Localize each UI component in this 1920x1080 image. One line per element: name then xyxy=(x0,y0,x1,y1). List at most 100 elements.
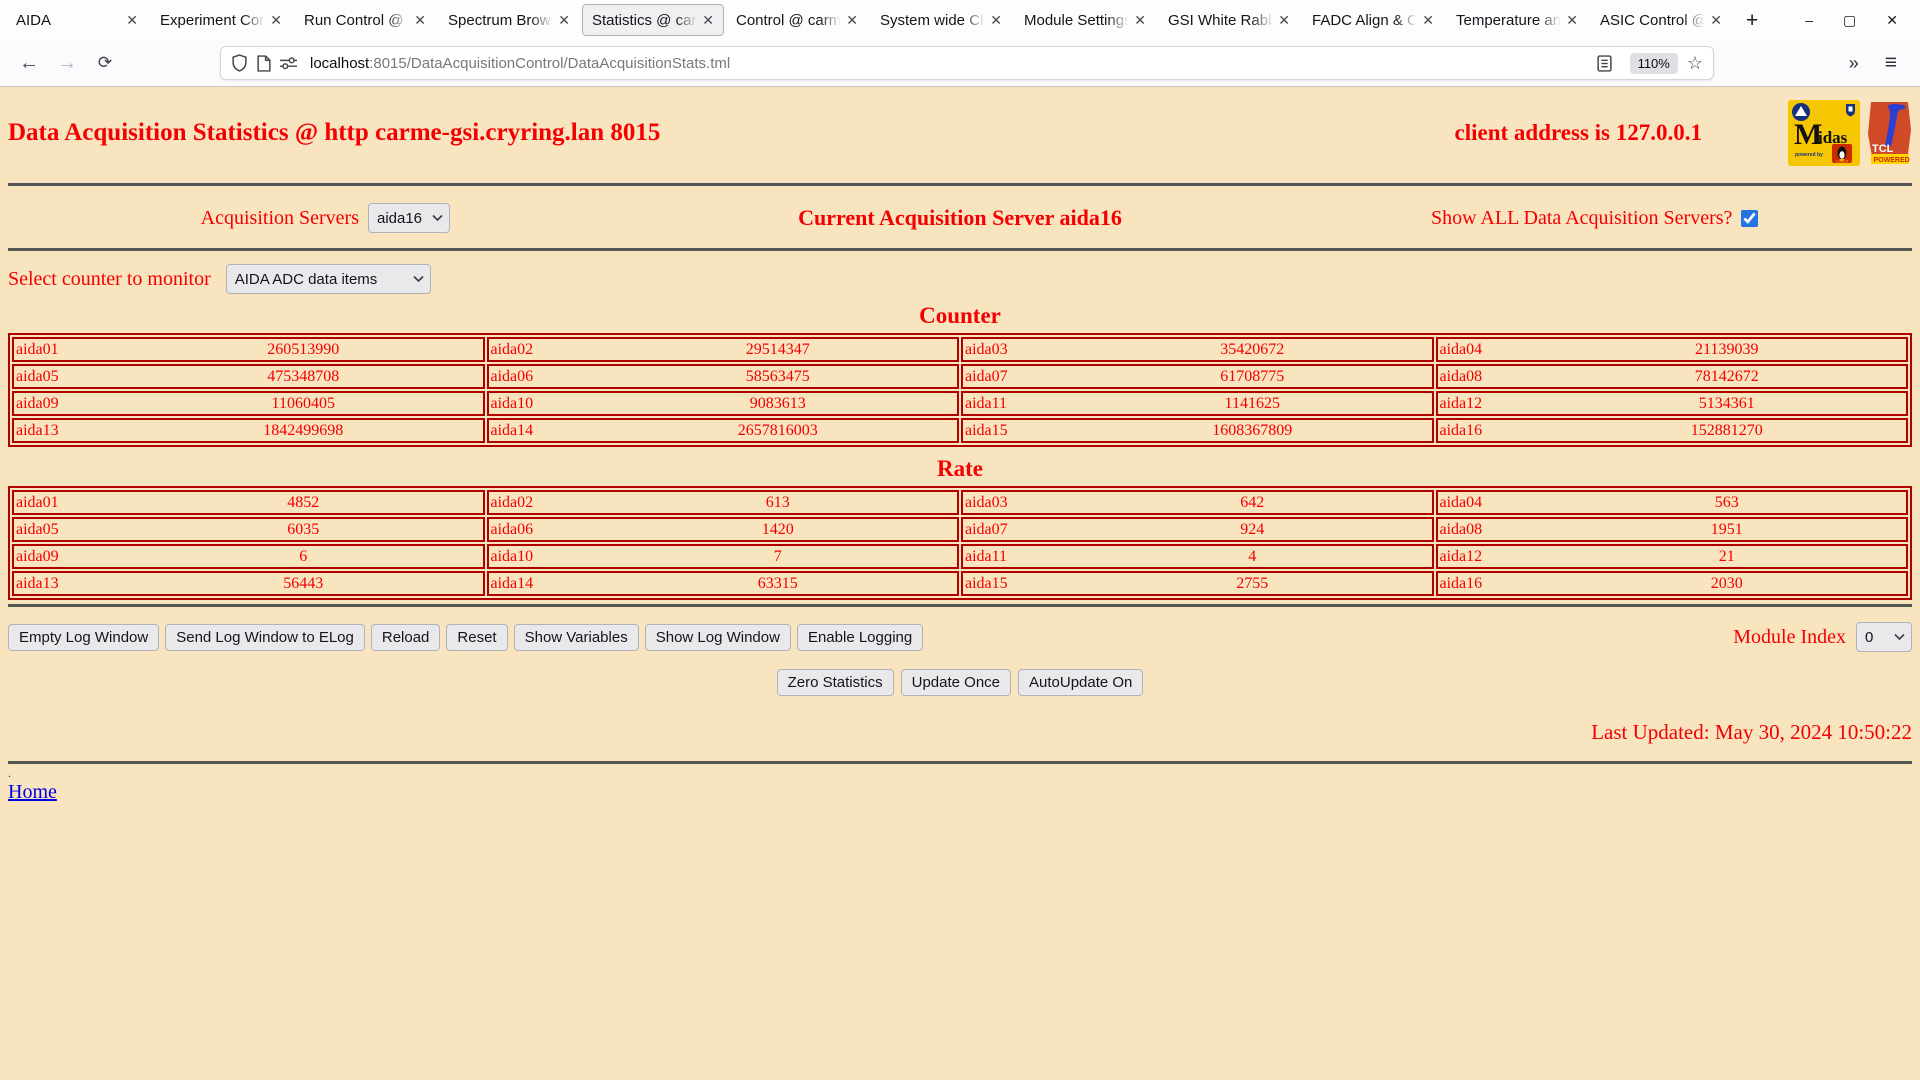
reload-button[interactable]: Reload xyxy=(370,623,441,651)
reload-icon[interactable]: ⟳ xyxy=(86,53,124,73)
close-window-icon[interactable]: ✕ xyxy=(1886,13,1898,27)
close-tab-icon[interactable]: ✕ xyxy=(990,13,1002,27)
divider xyxy=(8,761,1912,764)
enable-logging-button[interactable]: Enable Logging xyxy=(796,623,924,651)
autoupdate-on-button[interactable]: AutoUpdate On xyxy=(1018,669,1144,696)
stats-row: aida05 6035 aida06 1420 aida07 924 aida08 1951 xyxy=(12,517,1908,542)
acquisition-server-select[interactable]: aida16 xyxy=(367,203,450,233)
tab-label: ASIC Control @ c xyxy=(1600,11,1708,29)
module-index-label: Module Index xyxy=(1733,625,1846,648)
channel-label: aida06 xyxy=(490,367,534,385)
stats-cell: aida07 61708775 xyxy=(961,364,1434,389)
overflow-menu-icon[interactable]: » xyxy=(1836,53,1872,74)
browser-tab[interactable]: Temperature and ✕ xyxy=(1446,4,1588,36)
url-bar[interactable]: localhost:8015/DataAcquisitionControl/Da… xyxy=(220,46,1714,80)
close-tab-icon[interactable]: ✕ xyxy=(846,13,858,27)
close-tab-icon[interactable]: ✕ xyxy=(1278,13,1290,27)
app-menu-icon[interactable]: ≡ xyxy=(1872,51,1910,75)
channel-value: 924 xyxy=(1240,520,1265,538)
maximize-window-icon[interactable]: ▢ xyxy=(1843,13,1856,27)
channel-label: aida01 xyxy=(16,493,59,511)
channel-label: aida09 xyxy=(16,547,59,565)
close-tab-icon[interactable]: ✕ xyxy=(1566,13,1578,27)
close-tab-icon[interactable]: ✕ xyxy=(1422,13,1434,27)
tab-label: Experiment Contr xyxy=(160,11,268,29)
channel-label: aida15 xyxy=(965,421,1008,439)
stats-cell: aida01 260513990 xyxy=(12,337,485,362)
tab-label: AIDA xyxy=(16,11,52,29)
channel-value: 260513990 xyxy=(267,340,340,358)
reader-mode-icon[interactable] xyxy=(1596,54,1612,72)
empty-log-window-button[interactable]: Empty Log Window xyxy=(8,623,160,651)
acquisition-servers-group: Acquisition Servers aida16 xyxy=(8,203,643,233)
minimize-window-icon[interactable]: – xyxy=(1805,13,1813,27)
browser-tab[interactable]: Experiment Contr ✕ xyxy=(150,4,292,36)
close-tab-icon[interactable]: ✕ xyxy=(414,13,426,27)
browser-tab[interactable]: Module Settings ✕ xyxy=(1014,4,1156,36)
close-tab-icon[interactable]: ✕ xyxy=(558,13,570,27)
send-log-to-elog-button[interactable]: Send Log Window to ELog xyxy=(165,623,365,651)
new-tab-button[interactable]: + xyxy=(1734,4,1770,36)
channel-value: 152881270 xyxy=(1690,421,1763,439)
current-server-group: Current Acquisition Server aida16 xyxy=(643,205,1278,231)
browser-tab[interactable]: System wide Che ✕ xyxy=(870,4,1012,36)
channel-label: aida02 xyxy=(490,493,534,511)
rate-table: aida01 4852 aida02 613 aida03 642 aida04 563 aid… xyxy=(8,486,1912,600)
zero-statistics-button[interactable]: Zero Statistics xyxy=(776,669,894,696)
close-tab-icon[interactable]: ✕ xyxy=(270,13,282,27)
midas-logo[interactable]: M idas powered by LINUX xyxy=(1788,100,1860,166)
page-info-icon[interactable] xyxy=(257,54,271,72)
tab-label: Control @ carme xyxy=(736,11,844,29)
module-index-select[interactable]: 0 xyxy=(1856,622,1912,652)
channel-label: aida07 xyxy=(965,520,1008,538)
channel-value: 1141625 xyxy=(1224,394,1280,412)
channel-label: aida09 xyxy=(16,394,59,412)
tcl-powered-logo[interactable]: TCL POWERED xyxy=(1867,100,1912,166)
channel-label: aida14 xyxy=(490,574,534,592)
counter-select-row: Select counter to monitor AIDA ADC data … xyxy=(8,264,1912,294)
browser-tab[interactable]: Statistics @ carm ✕ xyxy=(582,4,724,36)
channel-value: 21139039 xyxy=(1695,340,1759,358)
channel-label: aida04 xyxy=(1439,340,1483,358)
browser-tab[interactable]: Control @ carme ✕ xyxy=(726,4,868,36)
channel-label: aida08 xyxy=(1439,520,1483,538)
browser-tab[interactable]: GSI White Rabbit ✕ xyxy=(1158,4,1300,36)
counter-table: aida01 260513990 aida02 29514347 aida03 35420… xyxy=(8,333,1912,447)
url-text[interactable]: localhost:8015/DataAcquisitionControl/Da… xyxy=(310,55,730,72)
show-log-window-button[interactable]: Show Log Window xyxy=(644,623,791,651)
close-tab-icon[interactable]: ✕ xyxy=(1710,13,1722,27)
channel-value: 1842499698 xyxy=(263,421,344,439)
back-icon[interactable]: ← xyxy=(10,52,48,75)
show-variables-button[interactable]: Show Variables xyxy=(513,623,639,651)
stats-row: aida13 56443 aida14 63315 aida15 2755 aida16 20… xyxy=(12,571,1908,596)
stats-cell: aida11 1141625 xyxy=(961,391,1434,416)
counter-heading: Counter xyxy=(919,303,1001,328)
channel-value: 11060405 xyxy=(271,394,335,412)
acquisition-servers-label: Acquisition Servers xyxy=(200,206,359,229)
channel-value: 1608367809 xyxy=(1212,421,1293,439)
close-tab-icon[interactable]: ✕ xyxy=(702,13,714,27)
show-all-checkbox[interactable] xyxy=(1741,209,1759,227)
stats-cell: aida12 5134361 xyxy=(1435,391,1908,416)
browser-tab[interactable]: Spectrum Browse ✕ xyxy=(438,4,580,36)
browser-tab[interactable]: Run Control @ ca✕ xyxy=(294,4,436,36)
close-tab-icon[interactable]: ✕ xyxy=(1134,13,1146,27)
counter-type-select[interactable]: AIDA ADC data items xyxy=(225,264,431,294)
channel-value: 29514347 xyxy=(745,340,810,358)
channel-value: 58563475 xyxy=(745,367,810,385)
stats-cell: aida05 475348708 xyxy=(12,364,485,389)
browser-tab[interactable]: FADC Align & Co ✕ xyxy=(1302,4,1444,36)
browser-tab[interactable]: ASIC Control @ c ✕ xyxy=(1590,4,1732,36)
permissions-sliders-icon[interactable] xyxy=(280,56,297,70)
channel-value: 61708775 xyxy=(1220,367,1285,385)
channel-value: 1951 xyxy=(1710,520,1743,538)
update-once-button[interactable]: Update Once xyxy=(900,669,1011,696)
home-link[interactable]: Home xyxy=(8,781,57,803)
browser-tab[interactable]: AIDA ✕ xyxy=(6,4,148,36)
close-tab-icon[interactable]: ✕ xyxy=(126,13,138,27)
reset-button[interactable]: Reset xyxy=(446,623,508,651)
bookmark-star-icon[interactable]: ☆ xyxy=(1687,53,1703,74)
zoom-level-badge[interactable]: 110% xyxy=(1629,52,1678,74)
forward-icon[interactable]: → xyxy=(48,52,86,75)
shield-icon[interactable] xyxy=(231,54,248,72)
